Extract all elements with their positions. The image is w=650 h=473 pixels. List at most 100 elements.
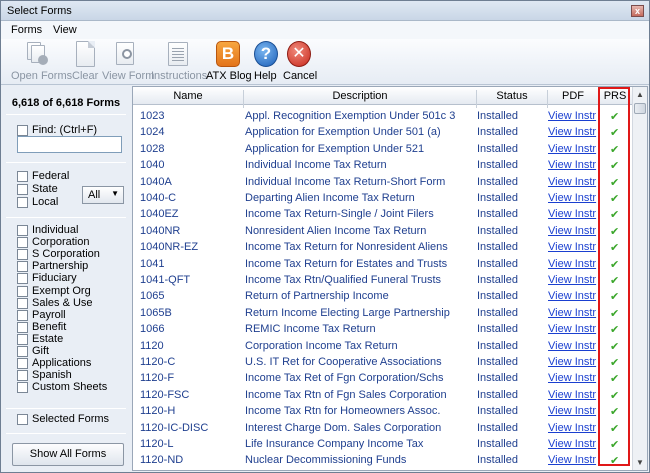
menu-forms[interactable]: Forms	[11, 24, 42, 36]
entity-checkbox[interactable]	[17, 285, 28, 297]
help-label: Help	[254, 70, 277, 82]
federal-checkbox[interactable]	[17, 171, 28, 182]
view-instr-link[interactable]: View Instr	[548, 274, 596, 286]
instructions-label: Instructions	[151, 70, 208, 82]
view-instr-link[interactable]: View Instr	[548, 143, 596, 155]
entity-checkbox[interactable]	[17, 249, 28, 261]
view-instr-link[interactable]: View Instr	[548, 126, 596, 138]
view-instr-link[interactable]: View Instr	[548, 307, 596, 319]
find-checkbox[interactable]	[17, 125, 28, 136]
table-row[interactable]: 1028 Application for Exemption Under 521 I…	[133, 142, 599, 158]
table-row[interactable]: 1024 Application for Exemption Under 501 …	[133, 125, 599, 141]
local-checkbox[interactable]	[17, 197, 28, 208]
entity-checkbox[interactable]	[17, 321, 28, 333]
table-row[interactable]: 1120-FSC Income Tax Rtn of Fgn Sales Corp…	[133, 388, 599, 404]
forms-grid: Name Description Status PDF PRS 1023 Appl…	[132, 86, 648, 471]
view-instr-link[interactable]: View Instr	[548, 340, 596, 352]
view-instr-link[interactable]: View Instr	[548, 258, 596, 270]
form-name: 1040NR	[140, 224, 181, 237]
view-instr-link[interactable]: View Instr	[548, 422, 596, 434]
entity-checkbox[interactable]	[17, 333, 28, 345]
entity-checkbox[interactable]	[17, 370, 28, 382]
table-row[interactable]: 1120-IC-DISC Interest Charge Dom. Sales C…	[133, 421, 599, 437]
divider	[6, 217, 126, 218]
view-instr-link[interactable]: View Instr	[548, 110, 596, 122]
entity-checkbox[interactable]	[17, 225, 28, 236]
find-input[interactable]	[17, 136, 122, 153]
view-instr-link[interactable]: View Instr	[548, 438, 596, 450]
view-instr-link[interactable]: View Instr	[548, 192, 596, 204]
entity-checkbox[interactable]	[17, 261, 28, 273]
selected-forms-checkbox[interactable]	[17, 414, 28, 425]
state-select-value: All	[88, 189, 101, 201]
column-header-description[interactable]: Description	[244, 90, 476, 102]
view-instr-link[interactable]: View Instr	[548, 389, 596, 401]
form-name: 1023	[140, 110, 165, 122]
table-row[interactable]: 1040NR Nonresident Alien Income Tax Retur…	[133, 224, 599, 240]
view-instr-link[interactable]: View Instr	[548, 208, 596, 220]
table-row[interactable]: 1040NR-EZ Income Tax Return for Nonreside…	[133, 240, 599, 256]
entity-label: Payroll	[32, 308, 66, 321]
table-row[interactable]: 1120-L Life Insurance Company Income Tax I…	[133, 437, 599, 453]
entity-checkbox[interactable]	[17, 346, 28, 357]
form-status: Installed	[477, 454, 518, 467]
form-status: Installed	[477, 306, 518, 319]
view-instr-link[interactable]: View Instr	[548, 356, 596, 368]
menu-bar: Forms View	[1, 21, 649, 39]
scroll-up-icon[interactable]: ▲	[633, 87, 647, 102]
column-header-pdf[interactable]: PDF	[548, 90, 598, 102]
entity-checkbox[interactable]	[17, 358, 28, 370]
table-row[interactable]: 1041 Income Tax Return for Estates and Tr…	[133, 257, 599, 273]
menu-view[interactable]: View	[53, 24, 77, 36]
vertical-scrollbar[interactable]: ▲ ▼	[632, 87, 647, 470]
show-all-forms-button[interactable]: Show All Forms	[12, 443, 124, 466]
view-instr-link[interactable]: View Instr	[548, 176, 596, 188]
view-instr-link[interactable]: View Instr	[548, 225, 596, 237]
state-select[interactable]: All ▼	[82, 186, 124, 204]
table-row[interactable]: 1040EZ Income Tax Return-Single / Joint F…	[133, 207, 599, 223]
state-checkbox[interactable]	[17, 184, 28, 195]
column-header-name[interactable]: Name	[133, 90, 243, 102]
close-icon[interactable]: x	[631, 5, 644, 17]
entity-label: Applications	[32, 357, 92, 370]
scroll-thumb[interactable]	[634, 103, 646, 114]
form-status: Installed	[477, 339, 518, 352]
entity-label: Sales & Use	[32, 296, 93, 309]
table-row[interactable]: 1120-C U.S. IT Ret for Cooperative Associ…	[133, 355, 599, 371]
form-name: 1065	[140, 290, 165, 303]
table-row[interactable]: 1065B Return Income Electing Large Partne…	[133, 306, 599, 322]
column-header-status[interactable]: Status	[477, 90, 547, 102]
view-instr-link[interactable]: View Instr	[548, 290, 596, 302]
view-instr-link[interactable]: View Instr	[548, 454, 596, 466]
table-row[interactable]: 1120-H Income Tax Rtn for Homeowners Asso…	[133, 404, 599, 420]
table-row[interactable]: 1040-C Departing Alien Income Tax Return I…	[133, 191, 599, 207]
view-instr-link[interactable]: View Instr	[548, 405, 596, 417]
entity-checkbox[interactable]	[17, 309, 28, 321]
form-description: U.S. IT Ret for Cooperative Associations	[245, 356, 442, 368]
table-row[interactable]: 1040A Individual Income Tax Return-Short …	[133, 175, 599, 191]
entity-checkbox[interactable]	[17, 297, 28, 309]
form-status: Installed	[477, 274, 518, 286]
form-description: Return Income Electing Large Partnership	[245, 306, 450, 319]
form-name: 1024	[140, 126, 165, 139]
table-row[interactable]: 1041-QFT Income Tax Rtn/Qualified Funeral…	[133, 273, 599, 289]
table-row[interactable]: 1120 Corporation Income Tax Return Install…	[133, 339, 599, 355]
entity-checkbox[interactable]	[17, 237, 28, 249]
table-row[interactable]: 1120-F Income Tax Ret of Fgn Corporation/…	[133, 371, 599, 387]
table-row[interactable]: 1065 Return of Partnership Income Installe…	[133, 289, 599, 305]
view-instr-link[interactable]: View Instr	[548, 241, 596, 253]
table-row[interactable]: 1040 Individual Income Tax Return Installe…	[133, 158, 599, 174]
entity-checkbox[interactable]	[17, 382, 28, 394]
divider	[6, 114, 126, 115]
view-instr-link[interactable]: View Instr	[548, 159, 596, 171]
table-row[interactable]: 1023 Appl. Recognition Exemption Under 50…	[133, 109, 599, 125]
table-row[interactable]: 1066 REMIC Income Tax Return Installed View…	[133, 322, 599, 338]
find-label: Find: (Ctrl+F)	[32, 124, 98, 136]
table-row[interactable]: 1120-ND Nuclear Decommissioning Funds Inst…	[133, 453, 599, 469]
view-instr-link[interactable]: View Instr	[548, 323, 596, 335]
scroll-down-icon[interactable]: ▼	[633, 455, 647, 470]
state-label: State	[32, 183, 58, 195]
cancel-icon: ✕	[287, 41, 311, 67]
entity-checkbox[interactable]	[17, 273, 28, 285]
view-instr-link[interactable]: View Instr	[548, 372, 596, 384]
